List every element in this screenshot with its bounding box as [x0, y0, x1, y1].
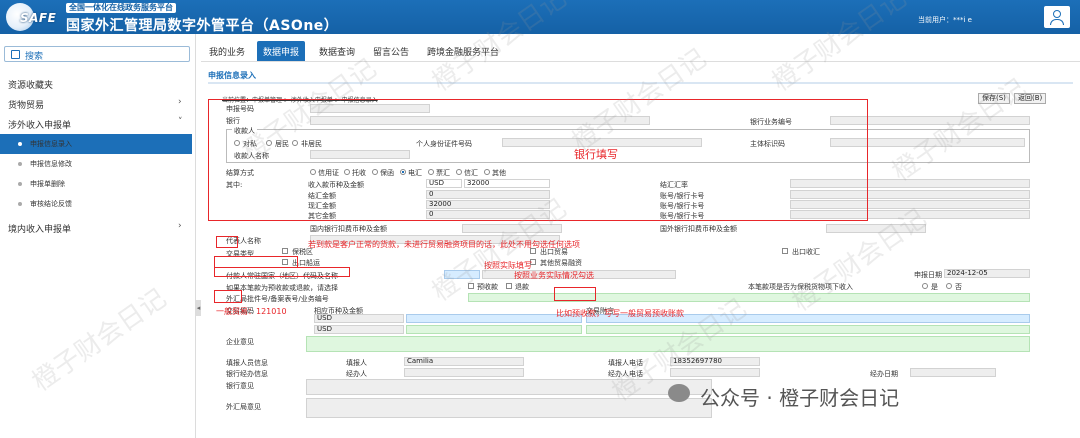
ccy-1-field[interactable]: USD [314, 314, 404, 323]
label-goods-q: 本笔款项是否为保税货物项下收入 [748, 283, 853, 291]
bank-opinion-field[interactable] [306, 379, 712, 395]
label-bank-handler: 经办人 [346, 370, 367, 378]
annotation-prepaid-note: 比如预收款，写写一般贸易预收账款 [556, 309, 684, 318]
user-icon [1053, 10, 1061, 18]
tab-cross-border-finance[interactable]: 跨境金融服务平台 [421, 41, 505, 61]
top-tabs: 我的业务 数据申报 数据查询 留言公告 跨境金融服务平台 [201, 36, 1080, 62]
sidebar: 搜索 资源收藏夹 货物贸易 › 涉外收入申报单 ˅ 申报信息录入 申报信息修改 … [0, 34, 196, 438]
check-bonded[interactable] [282, 248, 288, 254]
check-refund[interactable] [506, 283, 512, 289]
sidebar-collapse-handle[interactable]: ◂ [196, 300, 201, 316]
sidebar-subitem-modify[interactable]: 申报信息修改 [0, 154, 192, 174]
payer-country-code-field[interactable] [444, 270, 480, 279]
handler-phone-field[interactable] [670, 368, 760, 377]
amount-2-field[interactable] [406, 325, 582, 334]
label-filler-phone: 填报人电话 [608, 359, 643, 367]
logo-text: SAFE [20, 11, 57, 25]
sidebar-subitem-delete[interactable]: 申报单删除 [0, 174, 192, 194]
chevron-right-icon: › [178, 221, 182, 231]
label-foreign-fee: 国外银行扣费币种及金额 [660, 225, 737, 233]
safe-logo: SAFE [4, 2, 62, 32]
sidebar-item-foreign-income[interactable]: 涉外收入申报单 [8, 118, 71, 131]
sidebar-item-favorites[interactable]: 资源收藏夹 [8, 78, 53, 91]
label-bureau-opinion: 外汇局意见 [226, 403, 261, 411]
label-domestic-fee: 国内银行扣费币种及金额 [310, 225, 387, 233]
tab-my-business[interactable]: 我的业务 [203, 41, 251, 61]
label-filler: 填报人 [346, 359, 367, 367]
label-prepaid-q: 如果本笔款为预收款或退款，请选择 [226, 284, 338, 292]
tab-data-query[interactable]: 数据查询 [313, 41, 361, 61]
label-bank-staff-info: 银行经办信息 [226, 370, 268, 378]
bank-fill-box [208, 99, 868, 221]
radio-yes[interactable] [922, 283, 928, 289]
sidebar-search-button[interactable]: 搜索 [4, 46, 190, 62]
sidebar-subitem-feedback[interactable]: 审核结论反馈 [0, 194, 192, 214]
back-button[interactable]: 返回(B) [1014, 93, 1047, 104]
annotation-fob-note: 若到款是客户正常的货款，未进行贸易融资项目的话，此处不用勾选任何选项 [308, 240, 580, 249]
sidebar-item-goods-trade[interactable]: 货物贸易 [8, 98, 44, 111]
check-prepaid[interactable] [468, 283, 474, 289]
chevron-right-icon: › [178, 97, 182, 107]
form-title: 申报信息录入 [208, 71, 256, 80]
annotation-bank-fill: 银行填写 [574, 148, 618, 161]
chevron-down-icon: ˅ [178, 117, 183, 127]
bank-handler-field[interactable] [404, 368, 524, 377]
current-user: 当前用户：***i e [918, 16, 972, 24]
filler-phone-field[interactable]: 18352697780 [670, 357, 760, 366]
search-icon [11, 50, 20, 59]
payer-country-highlight-box [214, 267, 350, 277]
radio-no[interactable] [946, 283, 952, 289]
footer-watermark: 公众号 · 橙子财会日记 [668, 382, 899, 411]
check-fdi[interactable] [782, 248, 788, 254]
save-button[interactable]: 保存(S) [978, 93, 1010, 104]
app-header: SAFE 全国一体化在线政务服务平台 国家外汇管理局数字外管平台（ASOne） … [0, 0, 1080, 34]
search-label: 搜索 [25, 52, 44, 62]
sidebar-subitem-entry[interactable]: 申报信息录入 [0, 134, 192, 154]
fx-bureau-no-field[interactable] [468, 293, 1030, 302]
label-handle-date: 经办日期 [870, 370, 898, 378]
trade-note-2-field[interactable] [586, 325, 1030, 334]
annotation-select-actual: 按照业务实际情况勾选 [514, 271, 594, 280]
label-filler-info: 填报人员信息 [226, 359, 268, 367]
foreign-fee-field[interactable] [826, 224, 926, 233]
report-date-field[interactable]: 2024-12-05 [944, 269, 1030, 278]
domestic-fee-field[interactable] [462, 224, 562, 233]
agent-highlight-box [216, 236, 238, 248]
wechat-icon [668, 384, 690, 402]
sidebar-item-domestic-income[interactable]: 境内收入申报单 [8, 222, 71, 235]
fx-bureau-highlight-box [214, 290, 242, 303]
enterprise-opinion-field[interactable] [306, 336, 1030, 352]
annotation-general-trade: 一般贸易：121010 [216, 307, 287, 316]
tab-data-report[interactable]: 数据申报 [257, 41, 306, 61]
user-profile-button[interactable] [1044, 6, 1070, 28]
tab-notices[interactable]: 留言公告 [367, 41, 415, 61]
label-handler-phone: 经办人电话 [608, 370, 643, 378]
app-title: 国家外汇管理局数字外管平台（ASOne） [66, 18, 339, 34]
handle-date-field[interactable] [910, 368, 996, 377]
platform-tagline: 全国一体化在线政务服务平台 [66, 3, 176, 13]
filler-field[interactable]: Camilia [404, 357, 524, 366]
trade-note-highlight-box [554, 287, 596, 301]
label-bank-opinion: 银行意见 [226, 382, 254, 390]
label-report-date: 申报日期 [914, 271, 942, 279]
bureau-opinion-field[interactable] [306, 398, 712, 418]
ccy-2-field[interactable]: USD [314, 325, 404, 334]
label-enterprise-opinion: 企业意见 [226, 338, 254, 346]
